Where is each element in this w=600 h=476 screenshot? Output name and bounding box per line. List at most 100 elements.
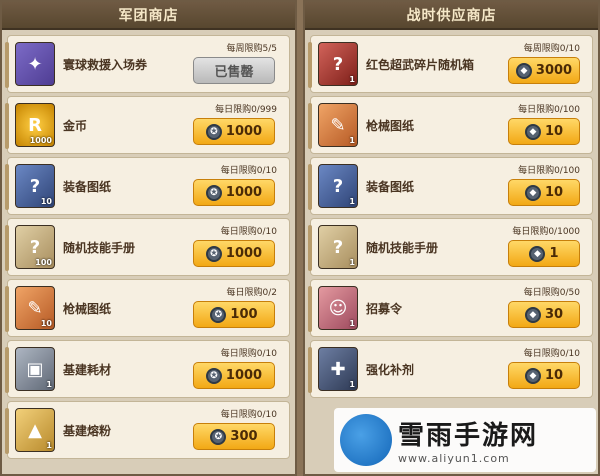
- legion-currency-icon: ✪: [205, 123, 222, 140]
- item-name: 招募令: [366, 302, 403, 316]
- buy-button[interactable]: ✪ 100: [193, 301, 275, 328]
- item-name: 金币: [63, 119, 88, 133]
- wartime-shop-title: 战时供应商店: [305, 2, 598, 30]
- shop-item-row[interactable]: ? 1 装备图纸 每日限购0/100 ◆ 10: [308, 157, 593, 215]
- price-label: 已售罄: [214, 65, 254, 80]
- shop-item-row[interactable]: ? 1 红色超武碎片随机箱 每周限购0/10 ◆ 3000: [308, 35, 593, 93]
- price-label: 1000: [225, 246, 263, 261]
- construction-material-icon: ▣ 1: [15, 347, 55, 391]
- item-name: 枪械图纸: [366, 119, 415, 133]
- watermark-url: www.aliyun1.com: [398, 452, 510, 465]
- price-label: 3000: [535, 63, 573, 78]
- legion-shop-title: 军团商店: [2, 2, 295, 30]
- sold-out-button[interactable]: 已售罄: [193, 57, 275, 84]
- recruit-order-icon: ☺ 1: [318, 286, 358, 330]
- item-count: 1: [349, 258, 355, 267]
- watermark-logo-icon: [340, 414, 392, 466]
- purchase-limit: 每日限购0/100: [518, 105, 580, 115]
- shop-item-row[interactable]: ✚ 1 强化补剂 每日限购0/10 ◆ 10: [308, 340, 593, 398]
- shop-item-row[interactable]: ✦ 寰球救援入场券 每周限购5/5 已售罄: [5, 35, 290, 93]
- construction-powder-icon: ▲ 1: [15, 408, 55, 452]
- buy-button[interactable]: ◆ 30: [508, 301, 580, 328]
- price-label: 10: [544, 124, 564, 139]
- supply-currency-icon: ◆: [529, 245, 546, 262]
- buy-button[interactable]: ◆ 1: [508, 240, 580, 267]
- item-count: 10: [40, 319, 52, 328]
- purchase-limit: 每日限购0/50: [523, 288, 580, 298]
- price-label: 1000: [225, 124, 263, 139]
- item-name: 强化补剂: [366, 363, 415, 377]
- shop-item-row[interactable]: R 1000 金币 每日限购0/999 ✪ 1000: [5, 96, 290, 154]
- shop-item-row[interactable]: ✎ 1 枪械图纸 每日限购0/100 ◆ 10: [308, 96, 593, 154]
- price-label: 300: [230, 429, 258, 444]
- item-count: 10: [40, 197, 52, 206]
- item-count: 1: [349, 319, 355, 328]
- purchase-limit: 每日限购0/2: [226, 288, 278, 298]
- purchase-limit: 每日限购0/999: [215, 105, 277, 115]
- buy-button[interactable]: ◆ 10: [508, 362, 580, 389]
- buy-button[interactable]: ✪ 1000: [193, 118, 275, 145]
- item-name: 随机技能手册: [366, 241, 439, 255]
- shop-item-row[interactable]: ? 1 随机技能手册 每日限购0/1000 ◆ 1: [308, 218, 593, 276]
- item-name: 装备图纸: [63, 180, 112, 194]
- item-name: 随机技能手册: [63, 241, 136, 255]
- supply-currency-icon: ◆: [515, 62, 532, 79]
- firearm-blueprint-icon: ✎ 10: [15, 286, 55, 330]
- purchase-limit: 每日限购0/10: [220, 410, 277, 420]
- price-label: 1: [549, 246, 559, 261]
- buy-button[interactable]: ◆ 10: [508, 179, 580, 206]
- price-label: 1000: [225, 368, 263, 383]
- supply-currency-icon: ◆: [524, 184, 541, 201]
- skill-manual-icon: ? 1: [318, 225, 358, 269]
- equipment-blueprint-icon: ? 10: [15, 164, 55, 208]
- item-name: 红色超武碎片随机箱: [366, 58, 475, 72]
- syringe-icon: ✚ 1: [318, 347, 358, 391]
- shop-item-row[interactable]: ▣ 1 基建耗材 每日限购0/10 ✪ 1000: [5, 340, 290, 398]
- shop-item-row[interactable]: ✎ 10 枪械图纸 每日限购0/2 ✪ 100: [5, 279, 290, 337]
- item-count: 1: [46, 441, 52, 450]
- wartime-supply-shop-panel: 战时供应商店 ? 1 红色超武碎片随机箱 每周限购0/10 ◆ 3000 ✎ 1 枪械…: [303, 0, 600, 476]
- red-weapon-box-icon: ? 1: [318, 42, 358, 86]
- buy-button[interactable]: ✪ 1000: [193, 240, 275, 267]
- supply-currency-icon: ◆: [524, 367, 541, 384]
- equipment-blueprint-icon: ? 1: [318, 164, 358, 208]
- purchase-limit: 每日限购0/1000: [512, 227, 580, 237]
- price-label: 1000: [225, 185, 263, 200]
- buy-button[interactable]: ✪ 1000: [193, 179, 275, 206]
- shop-item-row[interactable]: ▲ 1 基建熔粉 每日限购0/10 ✪ 300: [5, 401, 290, 459]
- supply-currency-icon: ◆: [524, 306, 541, 323]
- purchase-limit: 每日限购0/10: [220, 166, 277, 176]
- item-count: 1: [46, 380, 52, 389]
- shop-item-row[interactable]: ☺ 1 招募令 每日限购0/50 ◆ 30: [308, 279, 593, 337]
- site-watermark: 雪雨手游网 www.aliyun1.com: [334, 408, 596, 472]
- purchase-limit: 每日限购0/100: [518, 166, 580, 176]
- legion-shop-panel: 军团商店 ✦ 寰球救援入场券 每周限购5/5 已售罄 R 1000 金币 每日限购…: [0, 0, 297, 476]
- price-label: 100: [230, 307, 258, 322]
- shop-item-row[interactable]: ? 10 装备图纸 每日限购0/10 ✪ 1000: [5, 157, 290, 215]
- legion-currency-icon: ✪: [205, 367, 222, 384]
- price-label: 10: [544, 368, 564, 383]
- buy-button[interactable]: ◆ 10: [508, 118, 580, 145]
- legion-currency-icon: ✪: [205, 184, 222, 201]
- purchase-limit: 每周限购0/10: [523, 44, 580, 54]
- supply-currency-icon: ◆: [524, 123, 541, 140]
- ticket-icon: ✦: [15, 42, 55, 86]
- purchase-limit: 每日限购0/10: [220, 227, 277, 237]
- buy-button[interactable]: ✪ 300: [193, 423, 275, 450]
- item-count: 1: [349, 197, 355, 206]
- item-count: 100: [35, 258, 52, 267]
- legion-currency-icon: ✪: [205, 245, 222, 262]
- purchase-limit: 每日限购0/10: [220, 349, 277, 359]
- legion-currency-icon: ✪: [210, 306, 227, 323]
- item-count: 1: [349, 380, 355, 389]
- buy-button[interactable]: ◆ 3000: [508, 57, 580, 84]
- watermark-title: 雪雨手游网: [398, 421, 539, 451]
- buy-button[interactable]: ✪ 1000: [193, 362, 275, 389]
- item-count: 1: [349, 75, 355, 84]
- item-count: 1: [349, 136, 355, 145]
- firearm-blueprint-icon: ✎ 1: [318, 103, 358, 147]
- shop-item-row[interactable]: ? 100 随机技能手册 每日限购0/10 ✪ 1000: [5, 218, 290, 276]
- purchase-limit: 每周限购5/5: [226, 44, 278, 54]
- item-name: 基建熔粉: [63, 424, 112, 438]
- skill-manual-icon: ? 100: [15, 225, 55, 269]
